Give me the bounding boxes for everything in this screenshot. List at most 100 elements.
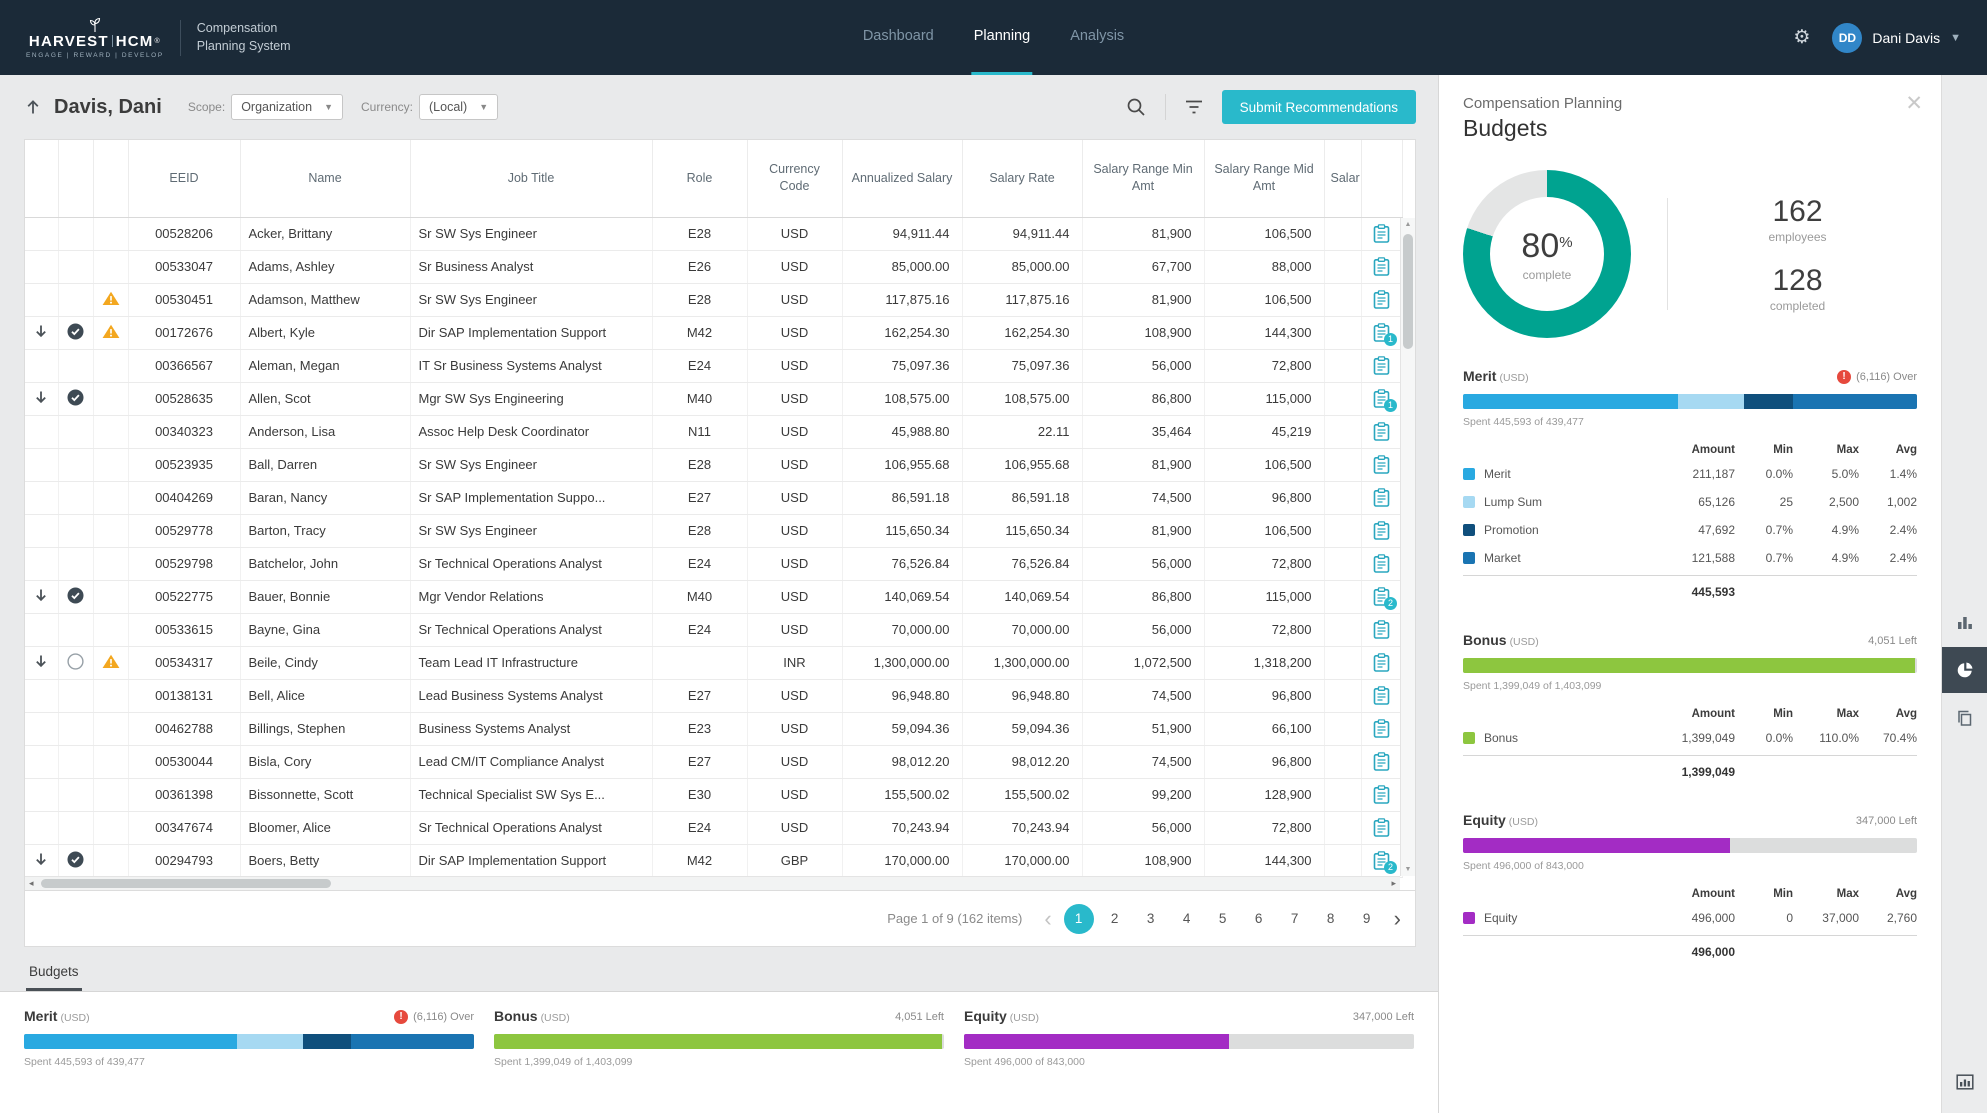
col-header-salary-range-min[interactable]: Salary Range Min Amt <box>1082 140 1204 217</box>
chart-board-icon[interactable] <box>1942 1059 1987 1105</box>
next-page-icon[interactable]: › <box>1394 906 1401 932</box>
table-row[interactable]: 00347674Bloomer, AliceSr Technical Opera… <box>25 811 1402 844</box>
cell-notes[interactable]: 2 <box>1361 844 1402 877</box>
table-row[interactable]: 00172676Albert, KyleDir SAP Implementati… <box>25 316 1402 349</box>
avatar[interactable]: DD <box>1832 23 1862 53</box>
table-row[interactable]: 00529798Batchelor, JohnSr Technical Oper… <box>25 547 1402 580</box>
nav-tab-planning[interactable]: Planning <box>972 0 1032 75</box>
table-row[interactable]: 00530451Adamson, MatthewSr SW Sys Engine… <box>25 283 1402 316</box>
nav-tab-analysis[interactable]: Analysis <box>1068 0 1126 75</box>
budget-status: 4,051 Left <box>1868 635 1917 647</box>
cell-notes[interactable] <box>1361 514 1402 547</box>
cell-salary-range-min: 99,200 <box>1082 778 1204 811</box>
page-button-6[interactable]: 6 <box>1244 904 1274 934</box>
cell-notes[interactable] <box>1361 448 1402 481</box>
page-button-1[interactable]: 1 <box>1064 904 1094 934</box>
user-name[interactable]: Dani Davis <box>1872 30 1940 46</box>
table-row[interactable]: 00534317Beile, CindyTeam Lead IT Infrast… <box>25 646 1402 679</box>
cell-notes[interactable] <box>1361 217 1402 250</box>
cell-notes[interactable] <box>1361 415 1402 448</box>
cell-salary-range-min: 81,900 <box>1082 448 1204 481</box>
scroll-right-icon[interactable]: ▸ <box>1391 878 1396 889</box>
col-header-salary-range-mid[interactable]: Salary Range Mid Amt <box>1204 140 1324 217</box>
page-button-7[interactable]: 7 <box>1280 904 1310 934</box>
cell-notes[interactable] <box>1361 778 1402 811</box>
nav-tab-dashboard[interactable]: Dashboard <box>861 0 936 75</box>
cell-salary-range-min: 56,000 <box>1082 547 1204 580</box>
cell-notes[interactable] <box>1361 679 1402 712</box>
cell-notes[interactable] <box>1361 283 1402 316</box>
scroll-up-icon[interactable]: ▲ <box>1401 221 1415 228</box>
employee-grid: EEID Name Job Title Role Currency Code A… <box>24 139 1416 891</box>
cell-notes[interactable] <box>1361 481 1402 514</box>
table-row[interactable]: 00530044Bisla, CoryLead CM/IT Compliance… <box>25 745 1402 778</box>
col-header-annualized-salary[interactable]: Annualized Salary <box>842 140 962 217</box>
pie-chart-icon[interactable] <box>1942 647 1987 693</box>
brand-tagline: ENGAGE | REWARD | DEVELOP <box>26 52 164 59</box>
col-header-job-title[interactable]: Job Title <box>410 140 652 217</box>
page-button-4[interactable]: 4 <box>1172 904 1202 934</box>
page-button-9[interactable]: 9 <box>1352 904 1382 934</box>
horizontal-scroll-thumb[interactable] <box>41 879 331 888</box>
col-header-truncated[interactable]: Salar <box>1324 140 1361 217</box>
copy-icon[interactable] <box>1942 695 1987 741</box>
table-row[interactable]: 00294793Boers, BettyDir SAP Implementati… <box>25 844 1402 877</box>
table-row[interactable]: 00529778Barton, TracySr SW Sys EngineerE… <box>25 514 1402 547</box>
col-header-salary-rate[interactable]: Salary Rate <box>962 140 1082 217</box>
cell-notes[interactable]: 2 <box>1361 580 1402 613</box>
table-row[interactable]: 00528635Allen, ScotMgr SW Sys Engineerin… <box>25 382 1402 415</box>
vertical-scrollbar[interactable]: ▲ ▼ <box>1400 218 1415 876</box>
cell-notes[interactable] <box>1361 349 1402 382</box>
gear-icon[interactable]: ⚙ <box>1793 26 1810 49</box>
horizontal-scrollbar[interactable]: ◂ ▸ <box>25 876 1400 890</box>
cell-notes[interactable] <box>1361 811 1402 844</box>
scroll-down-icon[interactable]: ▼ <box>1401 866 1415 873</box>
table-row[interactable]: 00361398Bissonnette, ScottTechnical Spec… <box>25 778 1402 811</box>
col-header-eeid[interactable]: EEID <box>128 140 240 217</box>
cell-notes[interactable]: 1 <box>1361 316 1402 349</box>
table-row[interactable]: 00523935Ball, DarrenSr SW Sys EngineerE2… <box>25 448 1402 481</box>
page-button-2[interactable]: 2 <box>1100 904 1130 934</box>
scroll-left-icon[interactable]: ◂ <box>29 878 34 889</box>
vertical-scroll-thumb[interactable] <box>1403 234 1413 349</box>
table-row[interactable]: 00522775Bauer, BonnieMgr Vendor Relation… <box>25 580 1402 613</box>
table-row[interactable]: 00462788Billings, StephenBusiness System… <box>25 712 1402 745</box>
cell-notes[interactable] <box>1361 547 1402 580</box>
col-header-role[interactable]: Role <box>652 140 747 217</box>
submit-recommendations-button[interactable]: Submit Recommendations <box>1222 90 1416 124</box>
page-button-8[interactable]: 8 <box>1316 904 1346 934</box>
col-header-currency-code[interactable]: Currency Code <box>747 140 842 217</box>
cell-salary-range-min: 86,800 <box>1082 382 1204 415</box>
page-button-3[interactable]: 3 <box>1136 904 1166 934</box>
chevron-down-icon[interactable]: ▼ <box>1950 32 1961 44</box>
cell-currency-code: USD <box>747 481 842 514</box>
scope-select[interactable]: Organization ▼ <box>231 94 343 120</box>
table-row[interactable]: 00340323Anderson, LisaAssoc Help Desk Co… <box>25 415 1402 448</box>
cell-annualized-salary: 162,254.30 <box>842 316 962 349</box>
table-row[interactable]: 00533047Adams, AshleySr Business Analyst… <box>25 250 1402 283</box>
col-header-name[interactable]: Name <box>240 140 410 217</box>
cell-notes[interactable] <box>1361 250 1402 283</box>
currency-select[interactable]: (Local) ▼ <box>419 94 498 120</box>
prev-page-icon[interactable]: ‹ <box>1044 906 1051 932</box>
close-icon[interactable]: ✕ <box>1905 91 1923 116</box>
table-row[interactable]: 00528206Acker, BrittanySr SW Sys Enginee… <box>25 217 1402 250</box>
tab-budgets[interactable]: Budgets <box>26 964 82 991</box>
cell-notes[interactable]: 1 <box>1361 382 1402 415</box>
cell-eeid: 00462788 <box>128 712 240 745</box>
bar-chart-icon[interactable] <box>1942 599 1987 645</box>
cell-notes[interactable] <box>1361 745 1402 778</box>
table-row[interactable]: 00404269Baran, NancySr SAP Implementatio… <box>25 481 1402 514</box>
cell-notes[interactable] <box>1361 712 1402 745</box>
search-icon[interactable] <box>1125 96 1147 118</box>
table-row[interactable]: 00138131Bell, AliceLead Business Systems… <box>25 679 1402 712</box>
navigate-up-icon[interactable] <box>24 98 42 116</box>
cell-notes[interactable] <box>1361 613 1402 646</box>
page-button-5[interactable]: 5 <box>1208 904 1238 934</box>
legend-swatch <box>1463 524 1475 536</box>
empty-circle-icon <box>67 653 84 670</box>
cell-notes[interactable] <box>1361 646 1402 679</box>
filter-icon[interactable] <box>1184 98 1204 116</box>
table-row[interactable]: 00366567Aleman, MeganIT Sr Business Syst… <box>25 349 1402 382</box>
table-row[interactable]: 00533615Bayne, GinaSr Technical Operatio… <box>25 613 1402 646</box>
